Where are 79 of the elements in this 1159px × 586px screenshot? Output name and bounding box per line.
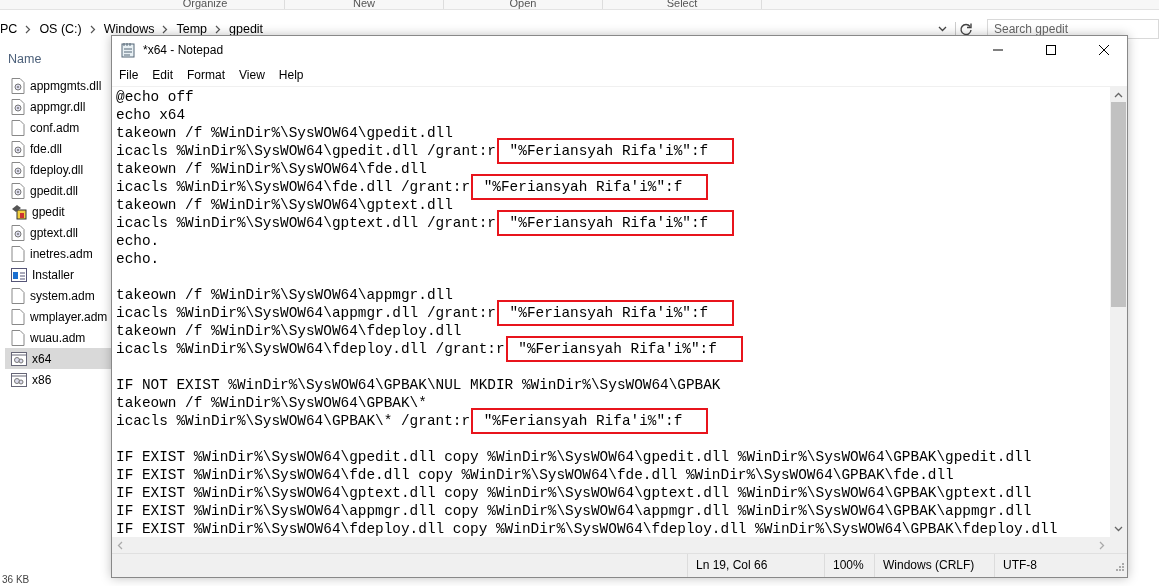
ribbon-group-label: Open xyxy=(509,0,537,9)
code-line: takeown /f %WinDir%\SysWOW64\gpedit.dll xyxy=(116,124,454,142)
chevron-icon xyxy=(25,24,32,34)
code-line: IF EXIST %WinDir%\SysWOW64\appmgr.dll copy %WinDir%\SysWOW64\appmgr.dll %WinDir%\SysWOW64\GPBAK\appmgr.dll xyxy=(116,502,1033,520)
dropdown-caret-icon[interactable] xyxy=(938,26,947,32)
ribbon-group-label: New xyxy=(353,0,375,9)
menu-item[interactable]: Edit xyxy=(145,68,181,82)
file-icon xyxy=(11,287,25,304)
file-icon xyxy=(11,308,25,325)
file-icon xyxy=(11,329,25,346)
breadcrumb[interactable]: OS (C:) xyxy=(39,22,82,36)
explorer-entry[interactable]: wmplayer.adm xyxy=(0,306,111,327)
gear-file-icon xyxy=(11,140,25,157)
window-title: *x64 - Notepad xyxy=(143,43,224,57)
code-line: takeown /f %WinDir%\SysWOW64\fde.dll xyxy=(116,160,428,178)
explorer-entry[interactable]: x64 xyxy=(5,348,111,369)
explorer-entry[interactable]: x86 xyxy=(0,369,111,390)
gear-file-icon xyxy=(11,98,25,115)
code-line: takeown /f %WinDir%\SysWOW64\GPBAK\* xyxy=(116,394,428,412)
menu-item[interactable]: Help xyxy=(271,68,311,82)
gear-file-icon xyxy=(11,224,25,241)
explorer-entry[interactable]: fde.dll xyxy=(0,138,111,159)
window-icon xyxy=(11,267,27,282)
explorer-entry[interactable]: conf.adm xyxy=(0,117,111,138)
breadcrumb[interactable]: PC xyxy=(0,22,18,36)
file-icon xyxy=(11,119,25,136)
resize-grip-icon[interactable] xyxy=(1114,560,1124,571)
status-text: 36 KB xyxy=(1,574,31,586)
scrollbar-thumb[interactable] xyxy=(1111,102,1126,307)
notepad-icon xyxy=(120,42,136,58)
line-endings: Windows (CRLF) xyxy=(874,554,994,577)
menu-item[interactable]: File xyxy=(112,68,146,82)
encoding: UTF-8 xyxy=(994,554,1114,577)
code-line: takeown /f %WinDir%\SysWOW64\appmgr.dll xyxy=(116,286,454,304)
chevron-icon xyxy=(162,24,169,34)
menu-item[interactable]: Format xyxy=(180,68,233,82)
code-line: IF EXIST %WinDir%\SysWOW64\gpedit.dll copy %WinDir%\SysWOW64\gpedit.dll %WinDir%\SysWOW64\GPBAK\gpedit.dll xyxy=(116,448,1033,466)
explorer-entry[interactable]: fdeploy.dll xyxy=(0,159,111,180)
ribbon-group-label: Organize xyxy=(182,0,228,9)
chevron-icon xyxy=(215,24,222,34)
explorer-entry[interactable]: inetres.adm xyxy=(0,243,111,264)
file-icon xyxy=(11,245,25,262)
gear-file-icon xyxy=(11,161,25,178)
cursor-position: Ln 19, Col 66 xyxy=(687,554,824,577)
explorer-entry[interactable]: gpedit.dll xyxy=(0,180,111,201)
zoom-level: 100% xyxy=(824,554,874,577)
gear-file-icon xyxy=(11,77,25,94)
code-line: takeown /f %WinDir%\SysWOW64\fdeploy.dll xyxy=(116,322,463,340)
explorer-entry[interactable]: appmgr.dll xyxy=(0,96,111,117)
code-line: echo. xyxy=(116,250,161,268)
explorer-entry[interactable]: wuau.adm xyxy=(0,327,111,348)
vertical-scrollbar[interactable] xyxy=(1110,87,1127,537)
gear-file-icon xyxy=(11,182,25,199)
explorer-entry[interactable]: gpedit xyxy=(0,201,111,222)
code-line: @echo off xyxy=(116,88,195,106)
gear-window-icon xyxy=(11,351,27,366)
code-line: IF EXIST %WinDir%\SysWOW64\fdeploy.dll copy %WinDir%\SysWOW64\fdeploy.dll %WinDir%\SysWOW64\GPBAK\fdeploy.dll xyxy=(116,520,1059,537)
app-icon xyxy=(11,203,27,220)
code-line: echo. xyxy=(116,232,161,250)
maximize-icon xyxy=(1046,45,1056,55)
gear-window-icon xyxy=(11,372,27,387)
menu-item[interactable]: View xyxy=(232,68,272,82)
horizontal-scrollbar[interactable] xyxy=(112,537,1127,553)
code-line: IF EXIST %WinDir%\SysWOW64\fde.dll copy %WinDir%\SysWOW64\fde.dll %WinDir%\SysWOW64\GPBAK\fde.dll xyxy=(116,466,955,484)
code-line: takeown /f %WinDir%\SysWOW64\gptext.dll xyxy=(116,196,454,214)
chevron-icon xyxy=(89,24,96,34)
breadcrumb[interactable]: Windows xyxy=(103,22,155,36)
code-line: IF EXIST %WinDir%\SysWOW64\gptext.dll copy %WinDir%\SysWOW64\gptext.dll %WinDir%\SysWOW64\GPBAK\gptext.dll xyxy=(116,484,1033,502)
explorer-entry[interactable]: appmgmts.dll xyxy=(0,75,111,96)
ribbon-group-label: Select xyxy=(666,0,698,9)
code-line: IF NOT EXIST %WinDir%\SysWOW64\GPBAK\NUL MKDIR %WinDir%\SysWOW64\GPBAK xyxy=(116,376,722,394)
close-icon xyxy=(1099,45,1109,55)
explorer-entry[interactable]: gptext.dll xyxy=(0,222,111,243)
column-header[interactable]: Name xyxy=(0,52,111,75)
breadcrumb[interactable]: Temp xyxy=(176,22,208,36)
explorer-entry[interactable]: Installer xyxy=(0,264,111,285)
code-line: echo x64 xyxy=(116,106,187,124)
breadcrumb[interactable]: gpedit xyxy=(229,22,264,36)
explorer-entry[interactable]: system.adm xyxy=(0,285,111,306)
